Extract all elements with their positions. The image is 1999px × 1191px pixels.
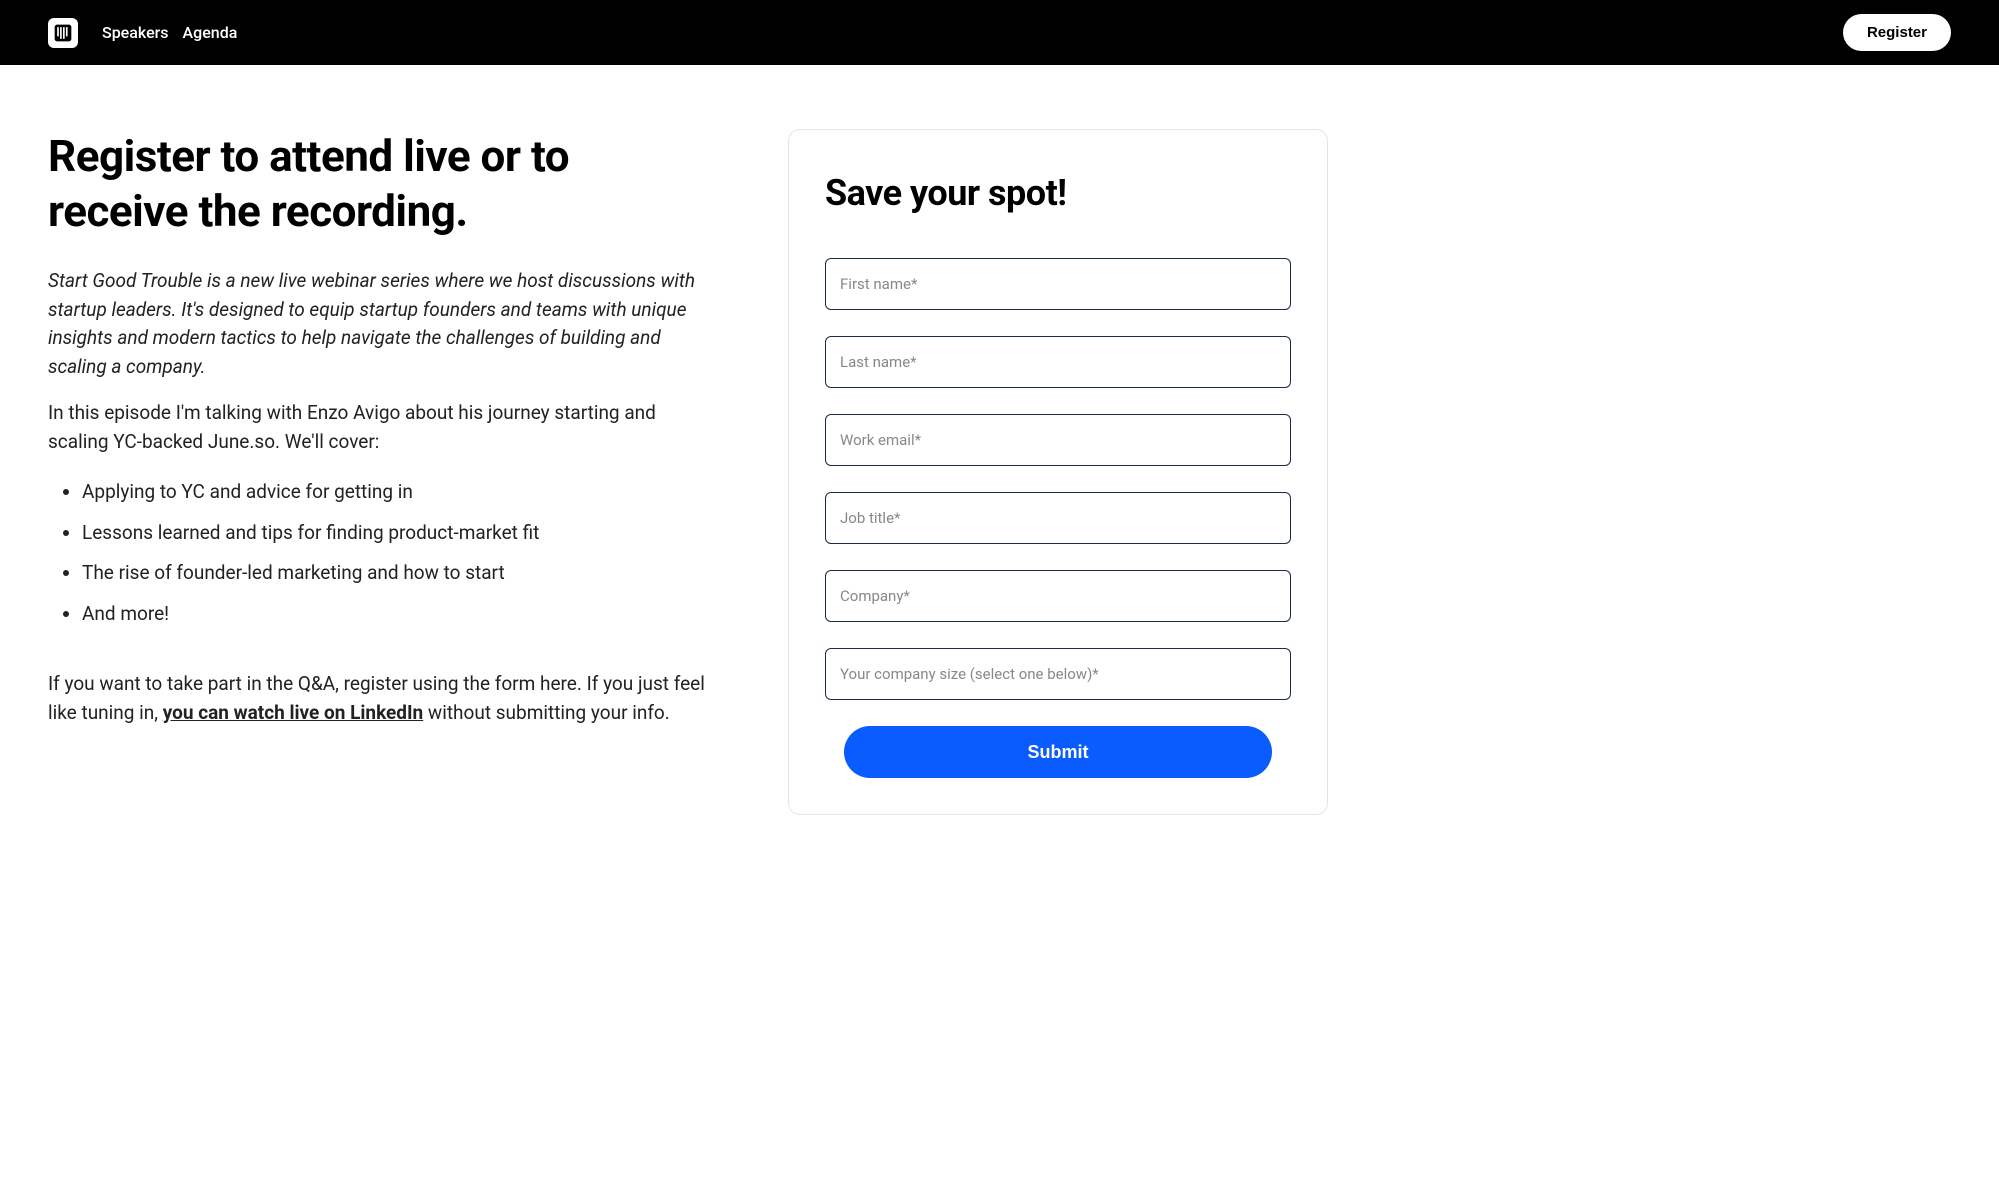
list-item: Lessons learned and tips for finding pro… [82, 519, 708, 548]
first-name-input[interactable] [825, 258, 1291, 310]
content-column: Register to attend live or to receive th… [48, 129, 708, 815]
register-button[interactable]: Register [1843, 14, 1951, 51]
closing-paragraph: If you want to take part in the Q&A, reg… [48, 670, 708, 727]
closing-post-text: without submitting your info. [423, 701, 670, 724]
work-email-input[interactable] [825, 414, 1291, 466]
form-column: Save your spot! Your company size (selec… [788, 129, 1328, 815]
intro-paragraph: Start Good Trouble is a new live webinar… [48, 267, 708, 381]
main-content: Register to attend live or to receive th… [0, 65, 1420, 879]
nav-agenda[interactable]: Agenda [183, 23, 238, 42]
nav-speakers[interactable]: Speakers [102, 23, 169, 42]
bullet-list: Applying to YC and advice for getting in… [48, 478, 708, 628]
header: Speakers Agenda Register [0, 0, 1999, 65]
list-item: And more! [82, 600, 708, 629]
header-left: Speakers Agenda [48, 18, 237, 48]
job-title-input[interactable] [825, 492, 1291, 544]
logo-icon[interactable] [48, 18, 78, 48]
company-size-select[interactable]: Your company size (select one below)* [825, 648, 1291, 700]
form-title: Save your spot! [825, 172, 1291, 214]
company-input[interactable] [825, 570, 1291, 622]
nav-links: Speakers Agenda [102, 23, 237, 42]
linkedin-link[interactable]: you can watch live on LinkedIn [163, 701, 424, 724]
submit-button[interactable]: Submit [844, 726, 1273, 778]
last-name-input[interactable] [825, 336, 1291, 388]
page-title: Register to attend live or to receive th… [48, 129, 708, 239]
registration-form: Save your spot! Your company size (selec… [788, 129, 1328, 815]
list-item: Applying to YC and advice for getting in [82, 478, 708, 507]
list-item: The rise of founder-led marketing and ho… [82, 559, 708, 588]
episode-paragraph: In this episode I'm talking with Enzo Av… [48, 399, 708, 456]
